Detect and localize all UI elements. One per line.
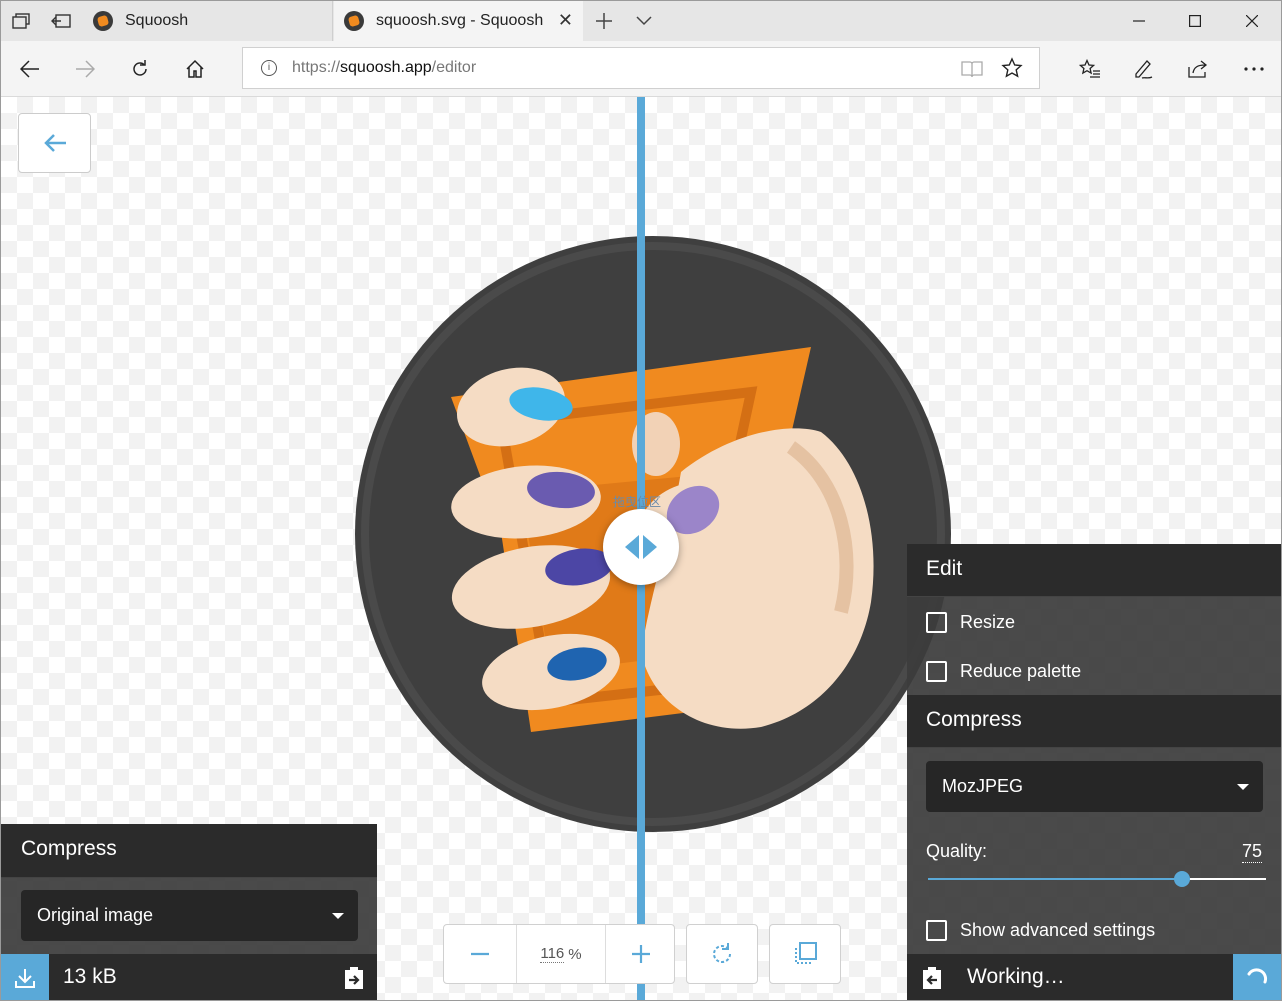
right-encoder-value: MozJPEG xyxy=(942,776,1024,796)
favorite-star-icon[interactable] xyxy=(1001,57,1023,79)
new-tab-icon[interactable] xyxy=(589,7,619,35)
browser-window: Squoosh squoosh.svg - Squoosh ✕ i https:… xyxy=(0,0,1282,1001)
minus-icon xyxy=(471,952,489,956)
left-encoder-value: Original image xyxy=(37,905,154,925)
site-info-icon[interactable]: i xyxy=(261,60,277,76)
quality-value-input[interactable]: 75 xyxy=(1241,841,1262,863)
edit-heading: Edit xyxy=(907,544,1281,597)
layers-icon xyxy=(795,942,817,964)
copy-left-icon xyxy=(923,967,941,989)
squoosh-favicon-icon xyxy=(344,11,364,31)
status-text: Working… xyxy=(967,965,1065,988)
zoom-value[interactable]: 116 xyxy=(540,945,565,963)
set-tabs-aside-icon[interactable] xyxy=(49,9,73,33)
address-bar[interactable]: i https://squoosh.app/editor xyxy=(242,47,1040,89)
back-arrow-icon xyxy=(43,134,66,152)
zoom-unit: % xyxy=(568,945,582,963)
forward-arrow-icon[interactable] xyxy=(71,55,99,83)
right-options-panel: Edit Resize Reduce palette Compress MozJ… xyxy=(907,544,1281,1000)
refresh-icon[interactable] xyxy=(126,55,154,83)
dropdown-caret-icon xyxy=(332,912,344,919)
resize-option[interactable]: Resize xyxy=(926,610,1015,634)
resize-label: Resize xyxy=(960,611,1016,632)
download-icon xyxy=(15,969,35,988)
tab-bar: Squoosh squoosh.svg - Squoosh ✕ xyxy=(1,1,1281,41)
copy-right-icon xyxy=(345,967,363,989)
tab-squoosh[interactable]: Squoosh xyxy=(83,1,333,41)
quality-slider[interactable] xyxy=(928,871,1266,887)
rotate-button[interactable] xyxy=(686,924,758,984)
tab-squoosh-svg[interactable]: squoosh.svg - Squoosh ✕ xyxy=(334,1,583,41)
plus-icon xyxy=(632,945,650,963)
dropdown-caret-icon xyxy=(1237,783,1249,790)
loading-spinner xyxy=(1233,954,1281,1000)
tab-label: Squoosh xyxy=(125,12,189,29)
reduce-palette-checkbox[interactable] xyxy=(926,660,947,682)
more-options-icon[interactable] xyxy=(1240,55,1268,83)
squoosh-favicon-icon xyxy=(93,11,113,31)
share-icon[interactable] xyxy=(1184,55,1212,83)
copy-to-other-side-button[interactable] xyxy=(341,965,367,991)
reduce-palette-option[interactable]: Reduce palette xyxy=(926,659,1081,683)
download-button[interactable] xyxy=(1,954,49,1000)
left-file-size: 13 kB xyxy=(63,965,117,988)
back-arrow-icon[interactable] xyxy=(16,55,44,83)
editor-canvas: 拖曳位区 Compress Original image 13 kB Edit … xyxy=(1,97,1281,1000)
pen-notes-icon[interactable] xyxy=(1129,55,1157,83)
tab-label: squoosh.svg - Squoosh xyxy=(376,12,544,29)
edit-section: Resize Reduce palette xyxy=(907,597,1281,695)
left-compress-heading: Compress xyxy=(1,824,377,878)
right-results-bar: Working… xyxy=(907,954,1281,1000)
quality-slider-thumb[interactable] xyxy=(1173,871,1190,887)
advanced-settings-option[interactable]: Show advanced settings xyxy=(926,918,1155,942)
zoom-in-button[interactable] xyxy=(606,925,676,983)
home-icon[interactable] xyxy=(181,55,209,83)
left-results-bar: 13 kB xyxy=(1,954,377,1000)
rotate-icon xyxy=(713,943,732,963)
left-encoder-select[interactable]: Original image xyxy=(21,890,358,941)
maximize-icon[interactable] xyxy=(1167,1,1223,41)
chevron-down-icon[interactable] xyxy=(631,9,657,33)
spinner-icon xyxy=(1247,968,1268,984)
right-compress-section: MozJPEG Quality: 75 Show advanced settin… xyxy=(907,748,1281,954)
advanced-settings-label: Show advanced settings xyxy=(960,919,1156,940)
advanced-settings-checkbox[interactable] xyxy=(926,919,947,941)
left-compress-body: Original image xyxy=(1,878,377,954)
close-tab-icon[interactable]: ✕ xyxy=(558,10,573,31)
zoom-controls: 116 % xyxy=(443,924,675,984)
zoom-level[interactable]: 116 % xyxy=(516,925,606,983)
zoom-out-button[interactable] xyxy=(444,925,516,983)
reading-view-icon[interactable] xyxy=(961,59,983,79)
divider-label: 拖曳位区 xyxy=(613,495,662,509)
reduce-palette-label: Reduce palette xyxy=(960,660,1082,681)
back-button[interactable] xyxy=(18,113,91,173)
copy-to-other-side-button[interactable] xyxy=(919,965,945,991)
right-encoder-select[interactable]: MozJPEG xyxy=(926,761,1263,812)
navigation-bar: i https://squoosh.app/editor xyxy=(1,41,1281,97)
split-arrows-icon xyxy=(625,535,657,559)
tab-list-icon[interactable] xyxy=(9,9,33,33)
close-window-icon[interactable] xyxy=(1224,1,1280,41)
toggle-background-button[interactable] xyxy=(769,924,841,984)
favorites-hub-icon[interactable] xyxy=(1076,55,1104,83)
quality-label: Quality: xyxy=(926,841,988,861)
resize-checkbox[interactable] xyxy=(926,611,947,633)
split-handle[interactable] xyxy=(603,509,679,585)
quality-slider-fill xyxy=(928,878,1182,880)
minimize-icon[interactable] xyxy=(1111,1,1167,41)
right-compress-heading: Compress xyxy=(907,695,1281,748)
left-options-panel: Compress Original image 13 kB xyxy=(1,824,377,1000)
url-text: https://squoosh.app/editor xyxy=(292,59,477,76)
